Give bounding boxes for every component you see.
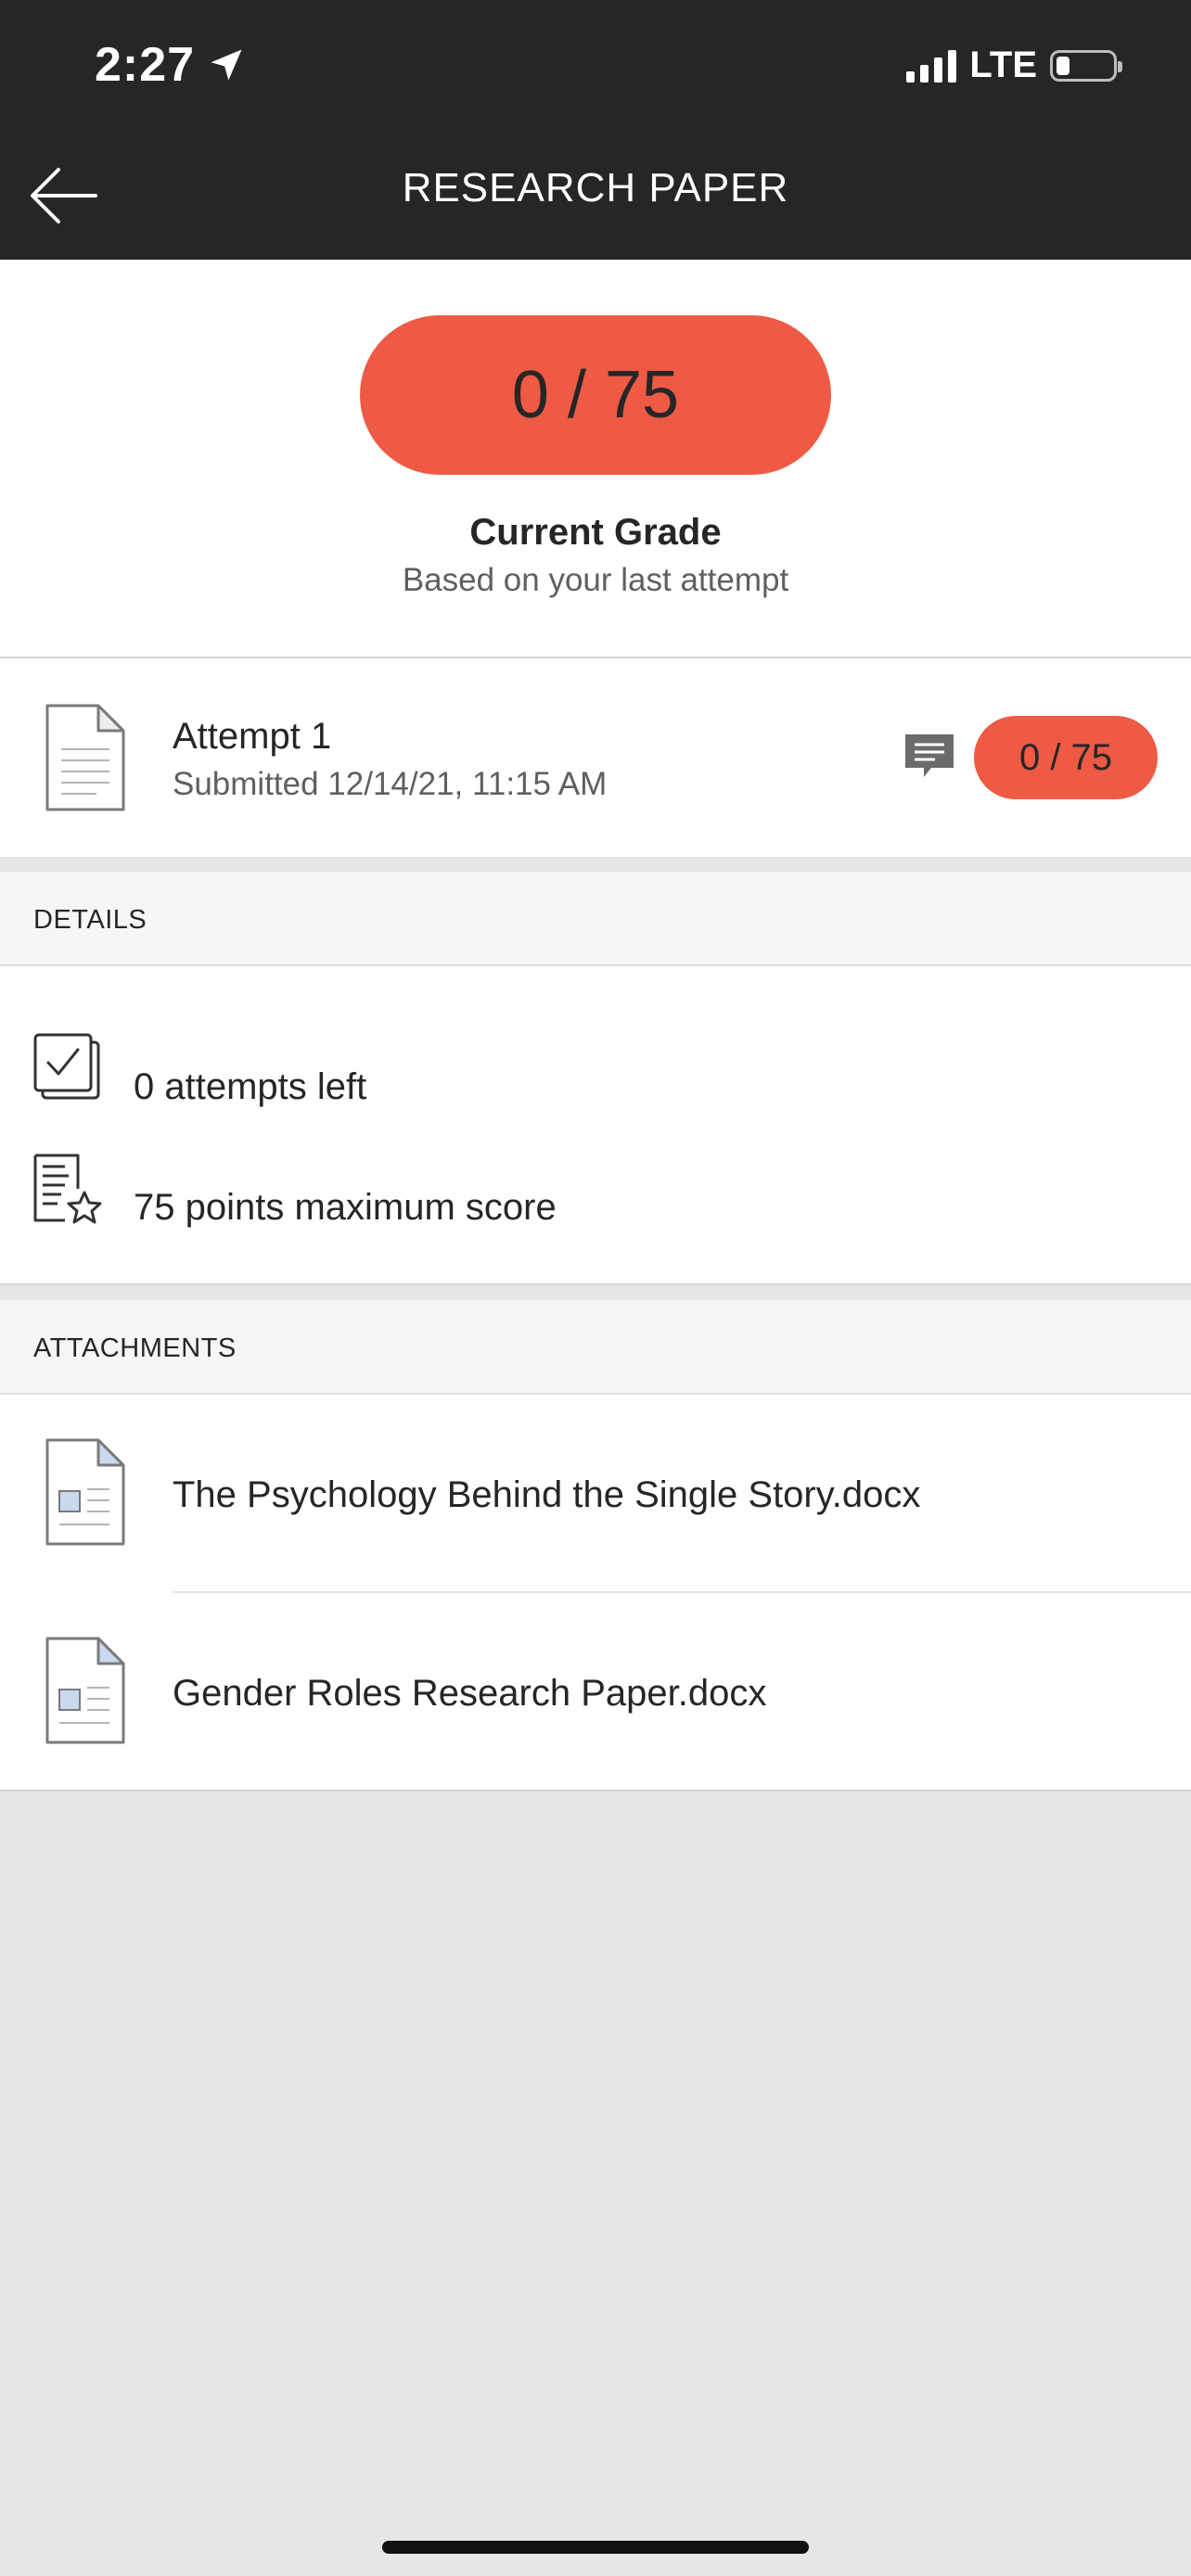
docx-file-icon — [45, 1438, 125, 1546]
attachments-list: The Psychology Behind the Single Story.d… — [0, 1395, 1191, 1792]
current-grade-label: Current Grade — [469, 512, 722, 553]
details-header-label: DETAILS — [33, 905, 147, 935]
current-grade-badge: 0 / 75 — [360, 315, 831, 475]
attempts-checkbox-icon — [33, 1033, 100, 1100]
navigation-bar: RESEARCH PAPER — [0, 139, 1191, 260]
status-indicators: LTE — [906, 45, 1122, 86]
section-gap — [0, 857, 1191, 872]
attachment-item[interactable]: The Psychology Behind the Single Story.d… — [0, 1395, 1191, 1591]
attachments-section-header: ATTACHMENTS — [0, 1300, 1191, 1395]
attempt-submitted-date: Submitted 12/14/21, 11:15 AM — [173, 766, 608, 802]
details-section-header: DETAILS — [0, 872, 1191, 966]
details-list: 0 attempts left 75 points maximum score — [0, 966, 1191, 1285]
detail-item-attempts-left: 0 attempts left — [0, 1031, 1191, 1142]
score-star-icon — [33, 1154, 102, 1224]
network-type: LTE — [969, 45, 1037, 85]
battery-icon — [1050, 49, 1122, 82]
attachment-filename: Gender Roles Research Paper.docx — [173, 1673, 767, 1714]
home-indicator[interactable] — [382, 2541, 809, 2554]
cellular-signal-icon — [906, 49, 957, 83]
attempt-title: Attempt 1 — [173, 716, 332, 757]
detail-attempts-left-text: 0 attempts left — [134, 1066, 367, 1107]
grade-summary: 0 / 75 Current Grade Based on your last … — [0, 260, 1191, 658]
location-arrow-icon — [211, 49, 242, 81]
feedback-comment-icon[interactable] — [903, 731, 955, 783]
attachment-filename: The Psychology Behind the Single Story.d… — [173, 1474, 921, 1515]
docx-file-icon — [45, 1637, 125, 1744]
detail-item-max-score: 75 points maximum score — [0, 1152, 1191, 1263]
document-icon — [45, 704, 125, 811]
attachment-item[interactable]: Gender Roles Research Paper.docx — [0, 1593, 1191, 1790]
attempt-score-badge: 0 / 75 — [974, 716, 1158, 799]
current-grade-subtitle: Based on your last attempt — [402, 562, 789, 598]
clock-text: 2:27 — [95, 38, 196, 92]
detail-max-score-text: 75 points maximum score — [134, 1187, 557, 1228]
attachments-header-label: ATTACHMENTS — [33, 1333, 237, 1363]
page-title: RESEARCH PAPER — [402, 165, 789, 210]
section-gap — [0, 1285, 1191, 1300]
attempt-row[interactable]: Attempt 1 Submitted 12/14/21, 11:15 AM 0… — [0, 658, 1191, 857]
status-bar: 2:27 LTE — [0, 0, 1191, 139]
status-time: 2:27 — [95, 37, 247, 93]
